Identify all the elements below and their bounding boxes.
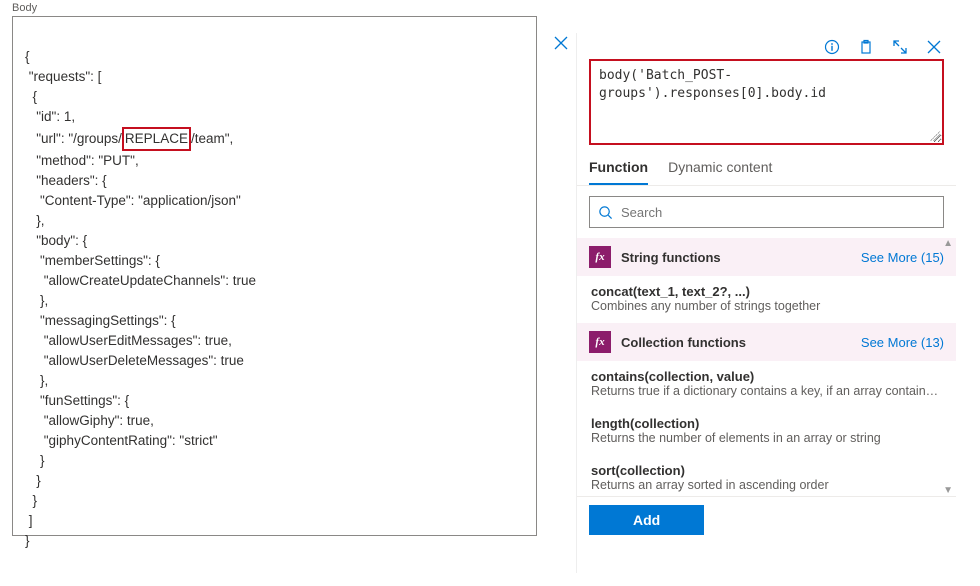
close-icon[interactable] (926, 39, 942, 55)
function-signature: length(collection) (591, 416, 942, 431)
code-line: "allowUserDeleteMessages": true (25, 353, 244, 368)
function-list[interactable]: ▲ fx String functions See More (15) conc… (577, 238, 956, 496)
expression-panel: body('Batch_POST-groups').responses[0].b… (576, 33, 956, 573)
fx-icon: fx (589, 246, 611, 268)
code-line: "allowCreateUpdateChannels": true (25, 273, 256, 288)
fx-icon: fx (589, 331, 611, 353)
search-box[interactable] (589, 196, 944, 228)
expression-input[interactable]: body('Batch_POST-groups').responses[0].b… (589, 59, 944, 145)
code-line: }, (25, 213, 45, 228)
search-input[interactable] (621, 205, 935, 220)
code-line: "url": "/groups/ (25, 131, 122, 146)
code-line: } (25, 493, 37, 508)
code-line: ] (25, 513, 33, 528)
code-line: } (25, 473, 41, 488)
expand-icon[interactable] (892, 39, 908, 55)
code-line: "id": 1, (25, 109, 75, 124)
function-description: Combines any number of strings together (591, 299, 942, 313)
function-signature: sort(collection) (591, 463, 942, 478)
category-collection-functions[interactable]: fx Collection functions See More (13) (577, 323, 956, 361)
code-line: } (25, 533, 30, 548)
clipboard-icon[interactable] (858, 39, 874, 55)
info-icon[interactable] (824, 39, 840, 55)
body-textarea[interactable]: { "requests": [ { "id": 1, "url": "/grou… (12, 16, 537, 536)
add-button[interactable]: Add (589, 505, 704, 535)
see-more-link[interactable]: See More (13) (861, 335, 944, 350)
code-line: "method": "PUT", (25, 153, 139, 168)
code-line: { (25, 49, 30, 64)
code-line: { (25, 89, 37, 104)
function-signature: concat(text_1, text_2?, ...) (591, 284, 942, 299)
tabs: Function Dynamic content (577, 145, 956, 186)
code-line: "Content-Type": "application/json" (25, 193, 241, 208)
category-label: Collection functions (621, 335, 746, 350)
function-item-contains[interactable]: contains(collection, value) Returns true… (577, 361, 956, 408)
resize-handle-icon[interactable] (930, 131, 940, 141)
code-line: }, (25, 373, 48, 388)
close-panel-icon[interactable] (554, 36, 568, 50)
category-string-functions[interactable]: fx String functions See More (15) (577, 238, 956, 276)
code-line: "giphyContentRating": "strict" (25, 433, 218, 448)
function-description: Returns an array sorted in ascending ord… (591, 478, 942, 492)
code-line: "body": { (25, 233, 87, 248)
search-icon (598, 205, 613, 220)
code-line: "messagingSettings": { (25, 313, 176, 328)
code-line: "headers": { (25, 173, 107, 188)
code-line: "requests": [ (25, 69, 101, 84)
tab-dynamic-content[interactable]: Dynamic content (668, 159, 772, 185)
code-line: "allowUserEditMessages": true, (25, 333, 232, 348)
scrollbar-up-icon[interactable]: ▲ (943, 238, 953, 249)
function-description: Returns the number of elements in an arr… (591, 431, 942, 445)
body-label: Body (12, 2, 537, 14)
code-line: } (25, 453, 45, 468)
scrollbar-down-icon[interactable]: ▼ (943, 485, 953, 496)
see-more-link[interactable]: See More (15) (861, 250, 944, 265)
replace-token: REPLACE (122, 127, 191, 151)
function-description: Returns true if a dictionary contains a … (591, 384, 942, 398)
code-line: /team", (191, 131, 233, 146)
code-line: }, (25, 293, 48, 308)
function-item-sort[interactable]: sort(collection) Returns an array sorted… (577, 455, 956, 496)
tab-function[interactable]: Function (589, 159, 648, 185)
code-line: "funSettings": { (25, 393, 129, 408)
function-item-concat[interactable]: concat(text_1, text_2?, ...) Combines an… (577, 276, 956, 323)
function-signature: contains(collection, value) (591, 369, 942, 384)
category-label: String functions (621, 250, 721, 265)
code-line: "allowGiphy": true, (25, 413, 154, 428)
code-line: "memberSettings": { (25, 253, 160, 268)
function-item-length[interactable]: length(collection) Returns the number of… (577, 408, 956, 455)
expression-text: body('Batch_POST-groups').responses[0].b… (599, 68, 826, 101)
